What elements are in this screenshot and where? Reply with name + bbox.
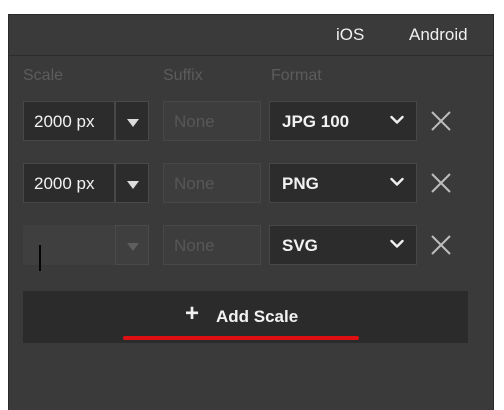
suffix-input[interactable]: None: [163, 225, 261, 265]
scale-input[interactable]: 2000 px: [23, 163, 115, 203]
plus-icon: +: [185, 300, 200, 327]
scale-preset-dropdown[interactable]: [115, 225, 149, 265]
tab-android[interactable]: Android: [409, 25, 468, 45]
scale-row: 2000 px None JPG 100: [9, 99, 493, 143]
format-column-header: Format: [271, 67, 322, 84]
suffix-column-header: Suffix: [163, 67, 203, 84]
text-cursor: [39, 245, 41, 271]
scale-column-header: Scale: [23, 67, 64, 84]
chevron-down-icon: [390, 115, 404, 124]
chevron-down-icon: [390, 177, 404, 186]
format-select[interactable]: PNG: [269, 163, 417, 203]
close-icon[interactable]: [429, 171, 453, 195]
scale-row: None SVG: [9, 223, 493, 271]
scale-preset-dropdown[interactable]: [115, 163, 149, 203]
tab-ios[interactable]: iOS: [336, 25, 364, 45]
add-scale-label: Add Scale: [216, 307, 299, 326]
format-value: JPG 100: [282, 112, 350, 131]
scale-row: 2000 px None PNG: [9, 161, 493, 205]
format-value: PNG: [282, 174, 319, 193]
chevron-down-icon: [390, 239, 404, 248]
format-select[interactable]: SVG: [269, 225, 417, 265]
platform-tabs: iOS Android: [9, 15, 493, 56]
suffix-input[interactable]: None: [163, 101, 261, 141]
export-settings-panel: iOS Android Scale Suffix Format 2000 px …: [8, 14, 494, 410]
scale-preset-dropdown[interactable]: [115, 101, 149, 141]
scale-input[interactable]: 2000 px: [23, 101, 115, 141]
format-value: SVG: [282, 236, 318, 255]
scale-input[interactable]: [23, 225, 115, 265]
triangle-down-icon: [127, 181, 139, 189]
annotation-underline: [123, 336, 359, 340]
triangle-down-icon: [127, 119, 139, 127]
close-icon[interactable]: [429, 233, 453, 257]
triangle-down-icon: [127, 243, 139, 251]
close-icon[interactable]: [429, 109, 453, 133]
suffix-input[interactable]: None: [163, 163, 261, 203]
format-select[interactable]: JPG 100: [269, 101, 417, 141]
